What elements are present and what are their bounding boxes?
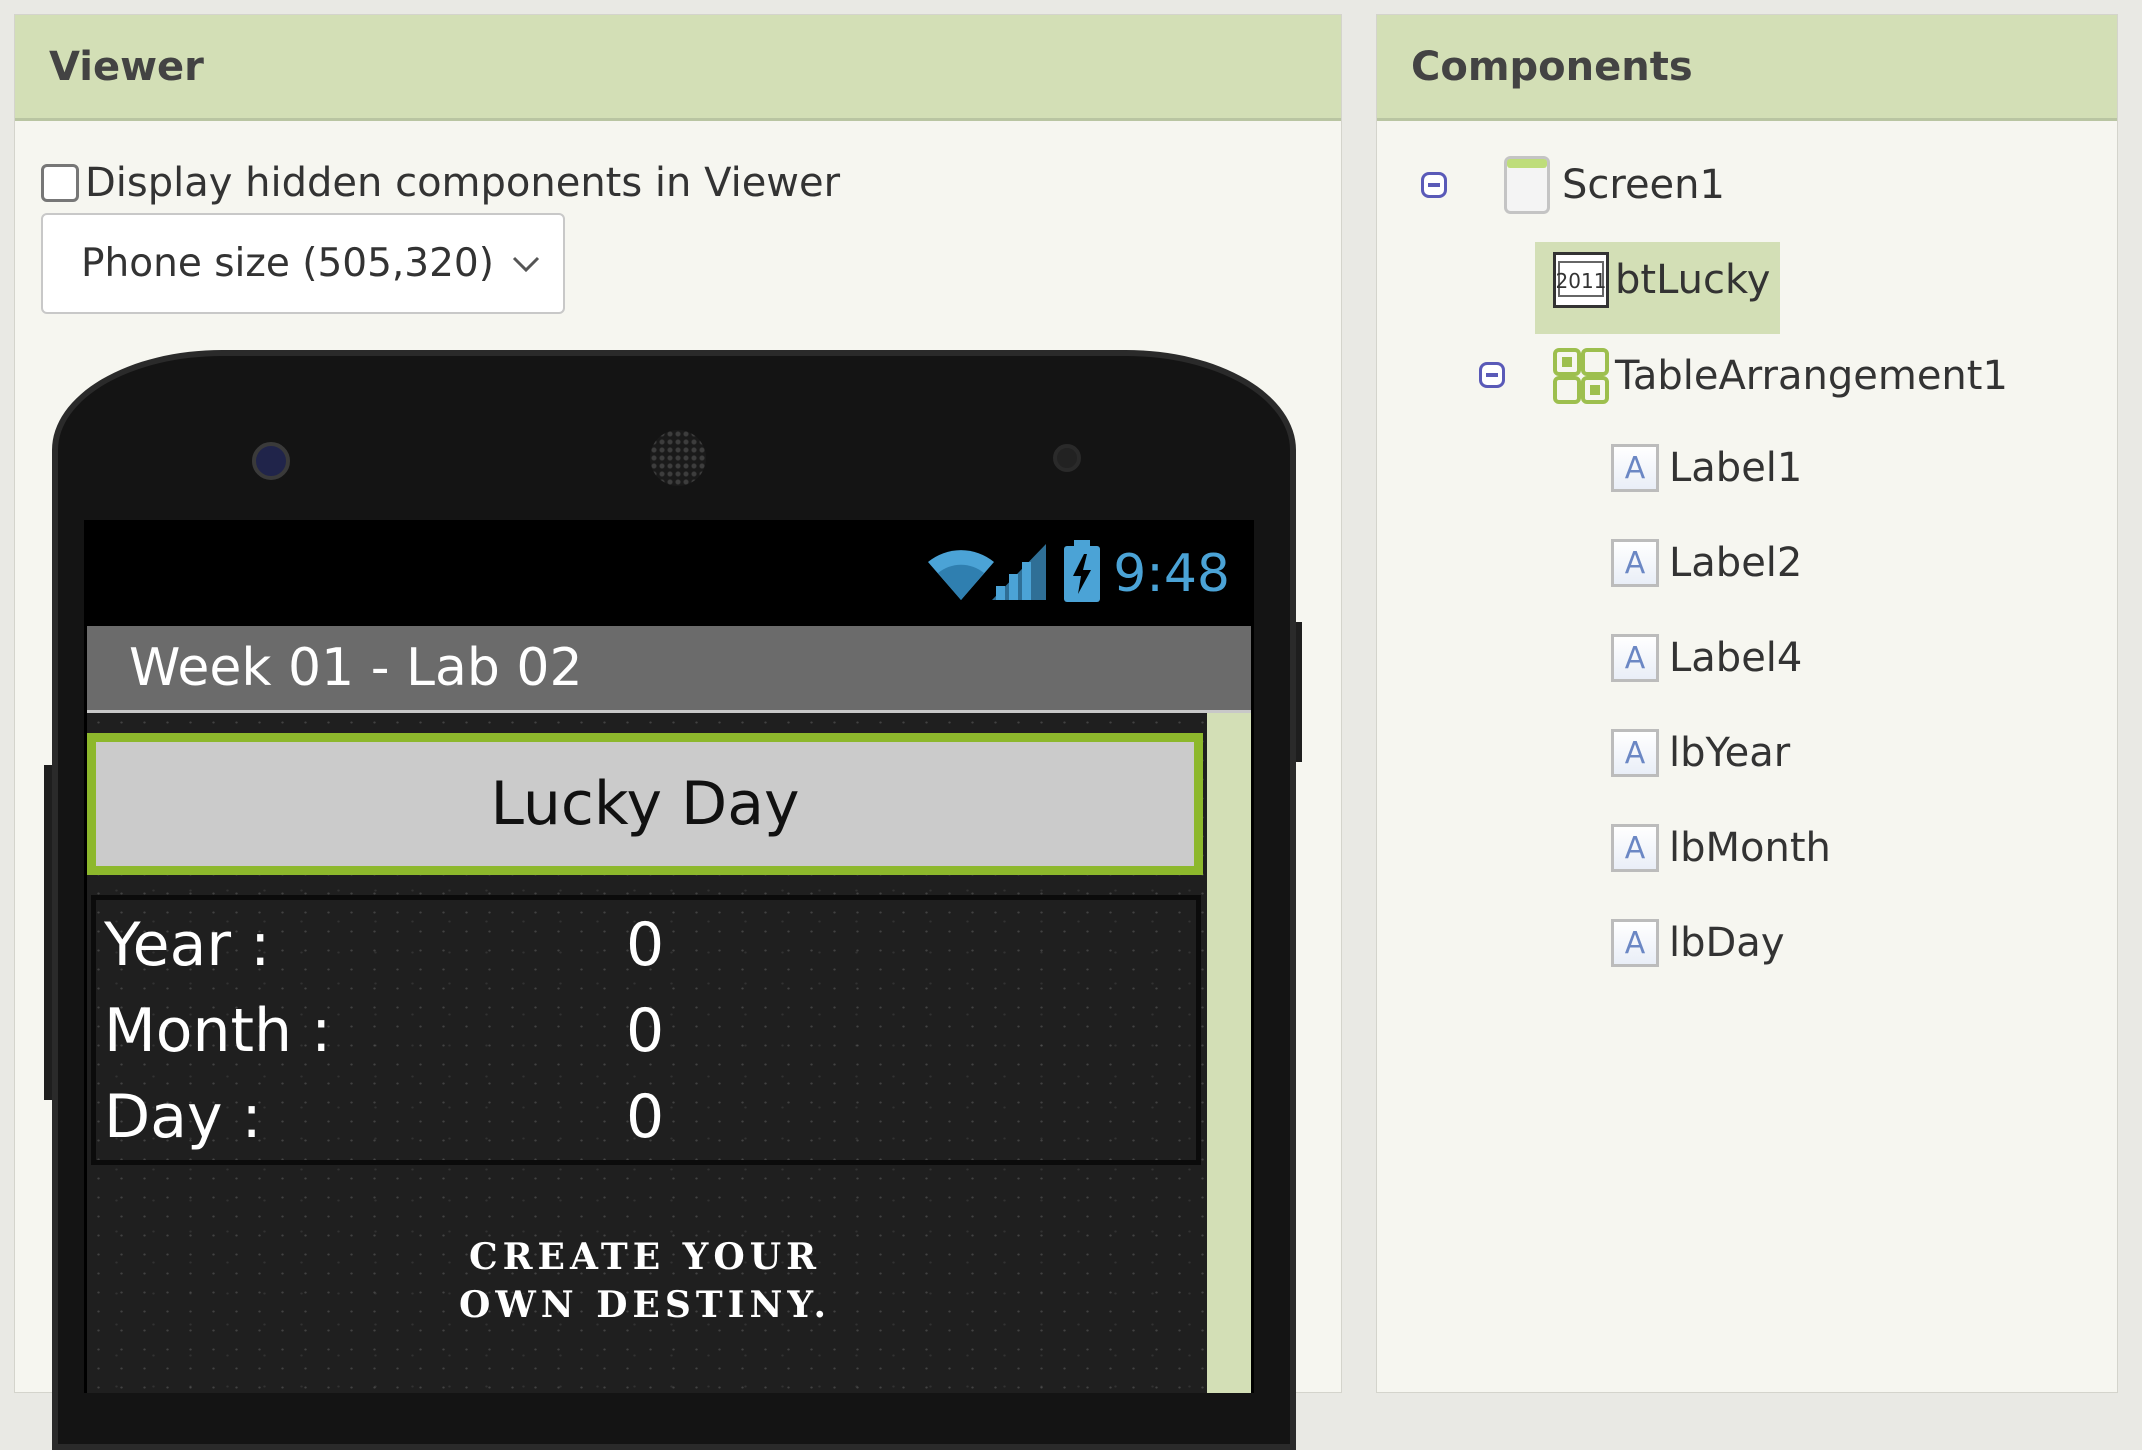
tree-item-btlucky[interactable]: 2011 btLucky — [1553, 252, 1770, 308]
phone-camera — [252, 442, 290, 480]
month-value: 0 — [626, 996, 665, 1066]
screen-content: Lucky Day Year : 0 Month : 0 Day : 0 CRE… — [87, 713, 1251, 1393]
button-icon: 2011 — [1553, 252, 1609, 308]
quote-line-2: OWN DESTINY. — [458, 1284, 831, 1326]
phone-size-select[interactable]: Phone size (505,320) — [41, 213, 565, 314]
viewer-title: Viewer — [15, 15, 1341, 121]
tree-item-label1[interactable]: A Label1 — [1611, 444, 1802, 492]
chevron-down-icon — [512, 256, 540, 273]
status-bar: 9:48 — [84, 520, 1254, 626]
label-icon: A — [1611, 539, 1659, 587]
destiny-quote: CREATE YOUR OWN DESTINY. — [87, 1233, 1203, 1329]
quote-line-1: CREATE YOUR — [468, 1236, 822, 1278]
year-row: Year : 0 — [104, 910, 1194, 996]
tree-label-label2: Label2 — [1669, 540, 1803, 586]
tree-label-lbmonth: lbMonth — [1669, 825, 1831, 871]
status-time: 9:48 — [1113, 544, 1230, 604]
day-label: Day : — [104, 1082, 262, 1152]
app-title-bar: Week 01 - Lab 02 — [87, 626, 1251, 713]
tree-item-lbday[interactable]: A lbDay — [1611, 919, 1785, 967]
app-title: Week 01 - Lab 02 — [129, 638, 583, 698]
tree-label-btlucky: btLucky — [1615, 257, 1771, 303]
tree-item-lbmonth[interactable]: A lbMonth — [1611, 824, 1831, 872]
tree-label-screen1: Screen1 — [1562, 162, 1725, 208]
day-value: 0 — [626, 1082, 665, 1152]
phone-speaker — [650, 430, 706, 486]
tree-item-tablearrangement1[interactable]: TableArrangement1 — [1553, 348, 2008, 404]
year-value: 0 — [626, 910, 665, 980]
collapse-screen1-toggle[interactable] — [1421, 172, 1447, 198]
tree-label-lbyear: lbYear — [1669, 730, 1791, 776]
label-icon: A — [1611, 444, 1659, 492]
tree-item-screen1[interactable]: Screen1 — [1504, 156, 1725, 214]
wifi-icon — [928, 550, 994, 600]
tree-label-label4: Label4 — [1669, 635, 1803, 681]
phone-sensor — [1053, 444, 1081, 472]
month-row: Month : 0 — [104, 996, 1194, 1082]
tree-label-label1: Label1 — [1669, 445, 1803, 491]
label-icon: A — [1611, 824, 1659, 872]
signal-icon — [992, 544, 1046, 600]
label-icon: A — [1611, 729, 1659, 777]
month-label: Month : — [104, 996, 332, 1066]
components-panel: Components — [1376, 14, 2118, 1393]
label-icon: A — [1611, 919, 1659, 967]
screen-icon — [1504, 156, 1550, 214]
phone-size-value: Phone size (505,320) — [81, 241, 494, 286]
tree-label-tablearrangement1: TableArrangement1 — [1615, 353, 2008, 399]
tree-item-lbyear[interactable]: A lbYear — [1611, 729, 1790, 777]
label-icon: A — [1611, 634, 1659, 682]
table-arrangement-icon — [1553, 348, 1609, 404]
phone-screen: 9:48 Week 01 - Lab 02 Lucky Day Year : 0… — [84, 520, 1254, 1393]
lucky-day-button[interactable]: Lucky Day — [87, 733, 1203, 875]
display-hidden-checkbox[interactable] — [41, 164, 79, 202]
screen-right-margin — [1207, 713, 1251, 1393]
tree-item-label2[interactable]: A Label2 — [1611, 539, 1802, 587]
display-hidden-row[interactable]: Display hidden components in Viewer — [41, 160, 840, 206]
battery-icon — [1064, 540, 1100, 602]
tree-label-lbday: lbDay — [1669, 920, 1785, 966]
components-title: Components — [1377, 15, 2117, 121]
table-arrangement: Year : 0 Month : 0 Day : 0 — [91, 895, 1201, 1165]
day-row: Day : 0 — [104, 1082, 1194, 1168]
svg-text:2011: 2011 — [1556, 269, 1607, 293]
tree-item-label4[interactable]: A Label4 — [1611, 634, 1802, 682]
collapse-table-toggle[interactable] — [1479, 362, 1505, 388]
display-hidden-label[interactable]: Display hidden components in Viewer — [85, 160, 840, 206]
year-label: Year : — [104, 910, 271, 980]
